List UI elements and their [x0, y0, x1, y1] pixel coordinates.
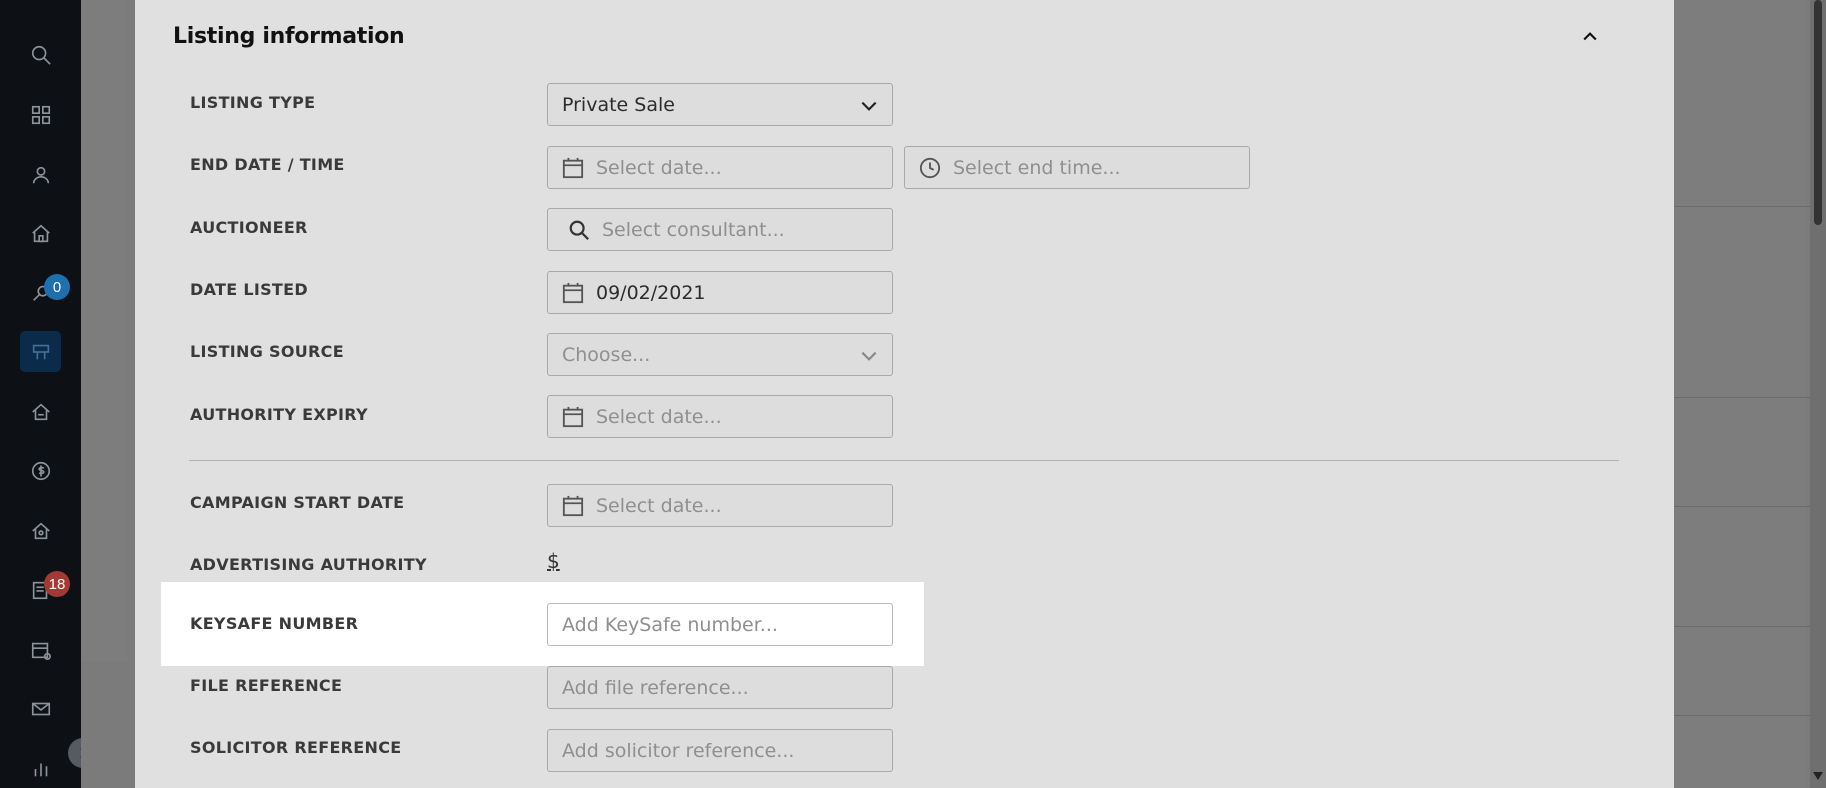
file-reference-label: FILE REFERENCE	[190, 676, 343, 695]
keysafe-number-placeholder: Add KeySafe number...	[562, 613, 778, 636]
solicitor-reference-label: SOLICITOR REFERENCE	[190, 738, 402, 757]
keysafe-row-highlight: KEYSAFE NUMBER Add KeySafe number...	[161, 582, 924, 666]
tasks-badge: 18	[44, 571, 70, 597]
authority-expiry-placeholder: Select date...	[596, 405, 722, 428]
page-scrollbar[interactable]	[1810, 0, 1826, 788]
calendar-icon	[562, 495, 584, 517]
listing-type-select[interactable]: Private Sale	[547, 83, 893, 126]
campaign-start-date-field[interactable]: Select date...	[547, 484, 893, 527]
date-listed-field[interactable]: 09/02/2021	[547, 271, 893, 314]
chevron-down-icon	[861, 101, 877, 111]
search-icon[interactable]	[20, 34, 61, 75]
listing-type-value: Private Sale	[562, 93, 675, 116]
homes-icon[interactable]	[20, 391, 61, 432]
listing-source-placeholder: Choose...	[562, 343, 651, 366]
auctioneer-search-field[interactable]: Select consultant...	[547, 208, 893, 251]
listing-source-label: LISTING SOURCE	[190, 342, 344, 361]
calendar-icon	[562, 282, 584, 304]
campaign-start-date-placeholder: Select date...	[596, 494, 722, 517]
file-reference-input[interactable]: Add file reference...	[547, 666, 893, 709]
prospects-badge: 0	[44, 274, 70, 300]
calendar-icon[interactable]	[20, 629, 61, 670]
calendar-icon	[562, 157, 584, 179]
date-listed-value: 09/02/2021	[596, 281, 706, 304]
collapse-section-button[interactable]	[1576, 25, 1604, 49]
solicitor-reference-placeholder: Add solicitor reference...	[562, 739, 795, 762]
chevron-up-icon	[1583, 32, 1597, 41]
background-panel	[81, 0, 127, 662]
listings-icon[interactable]	[20, 331, 61, 372]
divider	[1674, 506, 1826, 507]
end-date-placeholder: Select date...	[596, 156, 722, 179]
advertising-authority-link[interactable]: $	[547, 549, 560, 573]
contacts-icon[interactable]	[20, 154, 61, 195]
auctioneer-label: AUCTIONEER	[190, 218, 308, 237]
end-time-placeholder: Select end time...	[953, 156, 1121, 179]
end-date-time-label: END DATE / TIME	[190, 155, 345, 174]
scroll-down-arrow-icon[interactable]	[1813, 772, 1823, 780]
divider	[1674, 715, 1826, 716]
page-title: Listing information	[173, 24, 405, 49]
dashboard-icon[interactable]	[20, 94, 61, 135]
divider	[1674, 397, 1826, 398]
mail-icon[interactable]	[20, 688, 61, 729]
divider	[1674, 626, 1826, 627]
chevron-down-icon	[861, 351, 877, 361]
solicitor-reference-input[interactable]: Add solicitor reference...	[547, 729, 893, 772]
authority-expiry-label: AUTHORITY EXPIRY	[190, 405, 368, 424]
search-icon	[568, 219, 590, 241]
listing-source-select[interactable]: Choose...	[547, 333, 893, 376]
authority-expiry-field[interactable]: Select date...	[547, 395, 893, 438]
keysafe-number-label: KEYSAFE NUMBER	[190, 614, 359, 633]
keysafe-number-input[interactable]: Add KeySafe number...	[547, 603, 893, 646]
left-nav-sidebar: 0 18	[0, 0, 98, 788]
rentals-icon[interactable]	[20, 510, 61, 551]
date-listed-label: DATE LISTED	[190, 280, 308, 299]
campaign-start-date-label: CAMPAIGN START DATE	[190, 493, 405, 512]
section-divider	[189, 460, 1619, 461]
scrollbar-thumb[interactable]	[1814, 0, 1822, 225]
finance-icon[interactable]	[20, 450, 61, 491]
advertising-authority-label: ADVERTISING AUTHORITY	[190, 555, 427, 574]
file-reference-placeholder: Add file reference...	[562, 676, 749, 699]
auctioneer-placeholder: Select consultant...	[602, 218, 785, 241]
end-date-field[interactable]: Select date...	[547, 146, 893, 189]
end-time-field[interactable]: Select end time...	[904, 146, 1250, 189]
listing-information-modal: Listing information LISTING TYPE Private…	[135, 0, 1674, 788]
reports-icon[interactable]	[20, 748, 61, 788]
clock-icon	[919, 157, 941, 179]
divider	[1674, 206, 1826, 207]
calendar-icon	[562, 406, 584, 428]
properties-icon[interactable]	[20, 213, 61, 254]
background-panel	[1674, 0, 1806, 788]
listing-type-label: LISTING TYPE	[190, 93, 316, 112]
